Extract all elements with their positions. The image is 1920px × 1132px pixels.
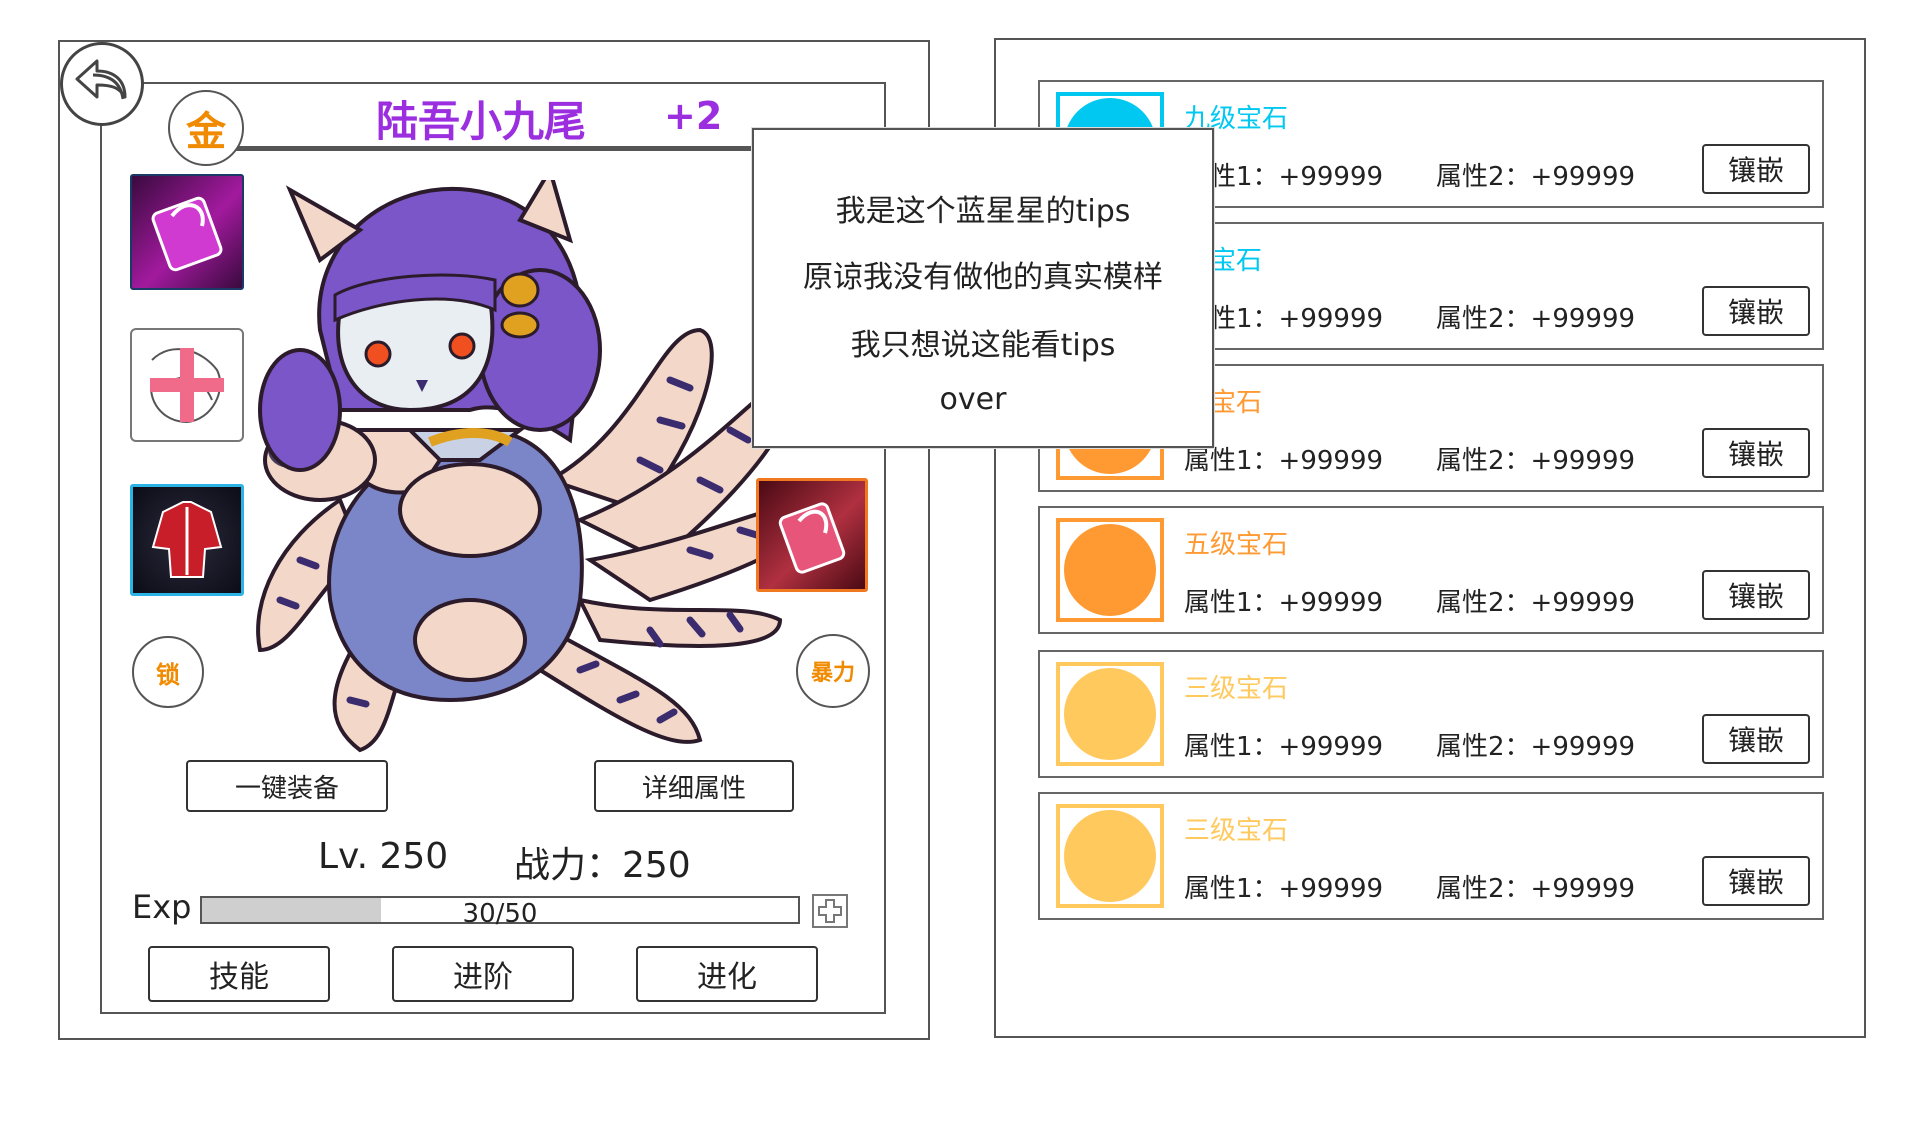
gem-row: 三级宝石属性1：+99999 属性2：+99999 镶嵌 [1038, 792, 1824, 920]
tips-popup: 我是这个蓝星星的tips 原谅我没有做他的真实模样 我只想说这能看tips ov… [752, 128, 1214, 448]
rank-badge: 金 [168, 90, 244, 166]
inlay-button[interactable]: 镶嵌 [1702, 856, 1810, 906]
gem-row: 五级宝石属性1：+99999 属性2：+99999 镶嵌 [1038, 506, 1824, 634]
equip-slot-amulet[interactable] [130, 174, 244, 290]
gem-attr-1: 属性1：+99999 [1184, 588, 1384, 618]
skill-button-label: 技能 [209, 960, 269, 995]
inlay-button[interactable]: 镶嵌 [1702, 714, 1810, 764]
crit-toggle[interactable]: 暴力 [796, 634, 870, 708]
advance-button[interactable]: 进阶 [392, 946, 574, 1002]
rank-badge-label: 金 [186, 109, 226, 155]
hero-enhance-level: +2 [664, 94, 723, 138]
gem-name: 三级宝石 [1184, 816, 1289, 846]
detail-attributes-button-label: 详细属性 [641, 773, 746, 804]
gem-attr-1: 属性1：+99999 [1184, 874, 1384, 904]
inlay-button-label: 镶嵌 [1727, 866, 1784, 899]
inlay-button-label: 镶嵌 [1727, 724, 1784, 757]
tips-line-1: 我是这个蓝星星的tips [835, 194, 1131, 229]
gem-attr-2: 属性2：+99999 [1436, 162, 1636, 192]
hero-level: Lv. 250 [318, 836, 449, 877]
lock-toggle[interactable]: 锁 [132, 636, 204, 708]
back-arrow-icon [75, 59, 127, 100]
equip-slot-scroll[interactable] [756, 478, 868, 592]
gem-icon-frame[interactable] [1056, 804, 1164, 908]
gem-name: 五级宝石 [1184, 530, 1289, 560]
gem-icon-frame[interactable] [1056, 518, 1164, 622]
skill-button[interactable]: 技能 [148, 946, 330, 1002]
detail-attributes-button[interactable]: 详细属性 [594, 760, 794, 812]
tips-line-4: over [939, 382, 1007, 417]
gem-icon [1064, 810, 1156, 902]
auto-equip-button[interactable]: 一键装备 [186, 760, 388, 812]
lock-toggle-label: 锁 [156, 660, 180, 689]
gem-icon [1064, 524, 1156, 616]
inlay-button[interactable]: 镶嵌 [1702, 428, 1810, 478]
gem-icon [1064, 668, 1156, 760]
equip-slot-armor[interactable] [130, 484, 244, 596]
gem-attr-2: 属性2：+99999 [1436, 304, 1636, 334]
exp-bar: 30/50 [200, 896, 800, 929]
gem-attr-2: 属性2：+99999 [1436, 588, 1636, 618]
gem-attr-2: 属性2：+99999 [1436, 732, 1636, 762]
exp-bar-text: 30/50 [462, 899, 538, 929]
exp-label: Exp [132, 888, 192, 926]
inlay-button[interactable]: 镶嵌 [1702, 144, 1810, 194]
tips-line-2: 原谅我没有做他的真实模样 [803, 260, 1163, 295]
inlay-button[interactable]: 镶嵌 [1702, 570, 1810, 620]
gem-name: 三级宝石 [1184, 674, 1289, 704]
hero-power: 战力：250 [514, 845, 691, 886]
hero-name: 陆吾小九尾 [376, 97, 587, 146]
inlay-button-label: 镶嵌 [1727, 296, 1784, 329]
inlay-button-label: 镶嵌 [1727, 154, 1784, 187]
advance-button-label: 进阶 [453, 960, 513, 995]
auto-equip-button-label: 一键装备 [234, 773, 339, 804]
inlay-button-label: 镶嵌 [1727, 438, 1784, 471]
inlay-button-label: 镶嵌 [1727, 580, 1784, 613]
inlay-button[interactable]: 镶嵌 [1702, 286, 1810, 336]
gem-row: 三级宝石属性1：+99999 属性2：+99999 镶嵌 [1038, 650, 1824, 778]
tips-line-3: 我只想说这能看tips [850, 328, 1116, 363]
crit-toggle-label: 暴力 [810, 661, 855, 686]
evolve-button[interactable]: 进化 [636, 946, 818, 1002]
gem-attr-1: 属性1：+99999 [1184, 732, 1384, 762]
evolve-button-label: 进化 [697, 960, 757, 995]
plus-icon [818, 899, 842, 923]
exp-add-button[interactable] [812, 894, 848, 928]
gem-attr-2: 属性2：+99999 [1436, 446, 1636, 476]
gem-attr-2: 属性2：+99999 [1436, 874, 1636, 904]
equip-slot-empty-add[interactable] [130, 328, 244, 442]
gem-icon-frame[interactable] [1056, 662, 1164, 766]
back-button[interactable] [60, 42, 144, 126]
